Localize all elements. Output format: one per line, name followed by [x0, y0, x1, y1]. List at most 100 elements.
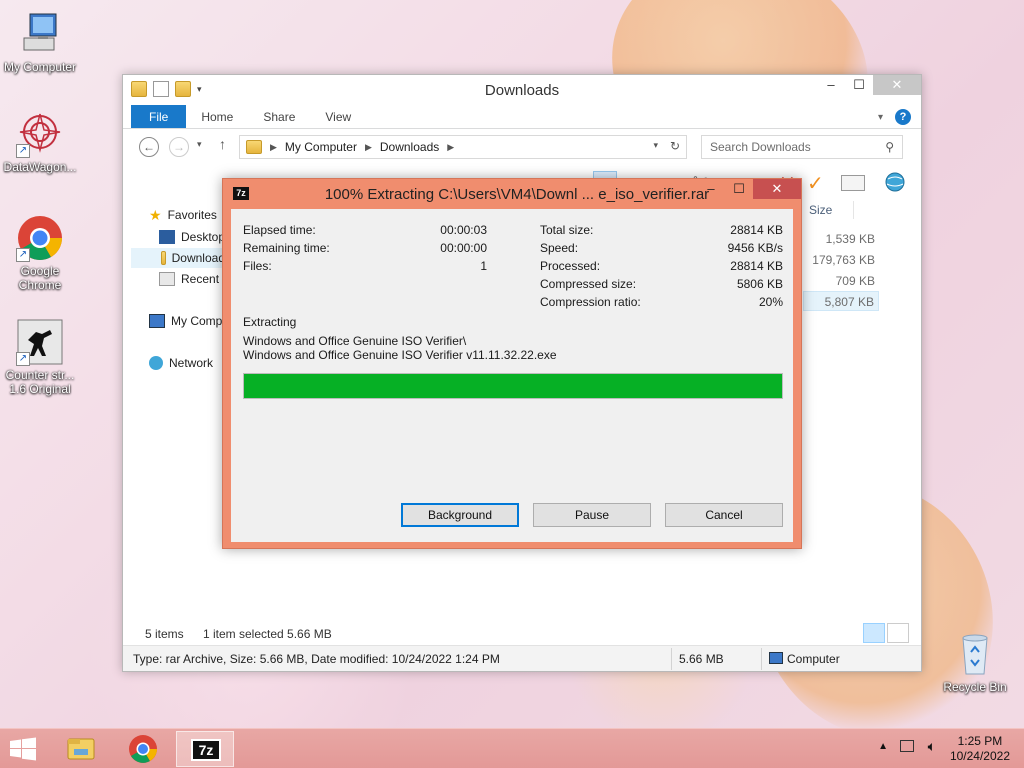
desktop-icon-label: Google Chrome [18, 264, 62, 292]
datawagon-icon: ↗ [16, 110, 64, 158]
breadcrumb-chevron-icon[interactable]: ▶ [270, 142, 277, 153]
dialog-close-button[interactable]: ✕ [753, 179, 801, 199]
recent-locations-icon[interactable]: ▾ [197, 139, 202, 150]
speed-value: 9456 KB/s [727, 241, 783, 255]
minimize-button[interactable]: – [817, 75, 845, 95]
volume-icon[interactable]: 🔈︎ [928, 738, 936, 755]
breadcrumb-chevron-icon[interactable]: ▶ [365, 142, 372, 153]
elapsed-time-value: 00:00:03 [440, 223, 487, 237]
nav-favorites[interactable]: ★ Favorites [149, 205, 217, 225]
taskbar-file-explorer[interactable] [52, 731, 110, 767]
nav-desktop[interactable]: Desktop [159, 227, 225, 247]
status-location: Computer [787, 652, 840, 666]
operation-label: Extracting [243, 315, 297, 329]
address-bar[interactable]: ▶ My Computer ▶ Downloads ▶ ▾ ↻ [239, 135, 687, 159]
current-folder-path: Windows and Office Genuine ISO Verifier\ [243, 334, 467, 348]
nav-desktop-label: Desktop [181, 230, 226, 244]
items-bar: 5 items 1 item selected 5.66 MB [123, 623, 921, 645]
nav-favorites-label: Favorites [167, 208, 217, 222]
progress-bar [243, 373, 783, 399]
total-size-label: Total size: [540, 223, 594, 237]
7zip-icon: 7z [191, 739, 221, 761]
address-dropdown-icon[interactable]: ▾ [653, 140, 658, 151]
dialog-minimize-button[interactable]: – [697, 179, 725, 199]
status-bar: Type: rar Archive, Size: 5.66 MB, Date m… [123, 645, 921, 671]
star-icon: ★ [149, 207, 162, 223]
compression-ratio-value: 20% [758, 295, 783, 309]
tab-home[interactable]: Home [186, 105, 248, 128]
large-icons-view-button[interactable] [887, 623, 909, 643]
forward-button[interactable]: → [169, 137, 189, 157]
search-placeholder: Search Downloads [710, 140, 811, 154]
tab-share[interactable]: Share [248, 105, 310, 128]
folder-icon [246, 140, 262, 154]
compressed-size-label: Compressed size: [540, 277, 637, 291]
start-button[interactable] [8, 737, 38, 761]
windows-logo-icon [10, 737, 36, 761]
desktop-icon-counter-strike[interactable]: ↗ Counter str... 1.6 Original [0, 318, 80, 396]
network-globe-icon[interactable] [883, 171, 907, 193]
clock[interactable]: 1:25 PM 10/24/2022 [950, 734, 1010, 764]
pause-button[interactable]: Pause [533, 503, 651, 527]
nav-network-label: Network [169, 356, 214, 370]
network-icon[interactable] [900, 740, 914, 752]
extract-progress-dialog[interactable]: 7z 100% Extracting C:\Users\VM4\Downl ..… [222, 178, 802, 549]
taskbar: 7z ▲ 🔈︎ 1:25 PM 10/24/2022 [0, 728, 1024, 768]
desktop-icon-google-chrome[interactable]: ↗ Google Chrome [0, 214, 80, 292]
desktop-icon-label: Recycle Bin [943, 680, 1007, 694]
expand-ribbon-icon[interactable]: ▾ [878, 112, 883, 123]
help-icon[interactable]: ? [895, 109, 911, 125]
taskbar-chrome[interactable] [114, 731, 172, 767]
back-button[interactable]: ← [139, 137, 159, 157]
dialog-body: Elapsed time: 00:00:03 Remaining time: 0… [231, 209, 793, 542]
ribbon-tabs: File Home Share View ▾ ? [123, 105, 921, 129]
checkmark-icon[interactable]: ✓ [807, 171, 831, 195]
close-button[interactable]: ✕ [873, 75, 921, 95]
show-hidden-icons-icon[interactable]: ▲ [878, 741, 888, 752]
breadcrumb-downloads[interactable]: Downloads [380, 140, 439, 154]
chrome-icon [129, 735, 157, 763]
explorer-title-bar[interactable]: ▾ Downloads – ☐ ✕ [123, 75, 921, 105]
details-view-button[interactable] [863, 623, 885, 643]
dialog-title-bar[interactable]: 7z 100% Extracting C:\Users\VM4\Downl ..… [223, 179, 801, 209]
file-size-cell: 1,539 KB [825, 232, 875, 246]
status-separator [671, 648, 672, 670]
tab-view[interactable]: View [310, 105, 366, 128]
taskbar-7zip[interactable]: 7z [176, 731, 234, 767]
file-explorer-icon [67, 738, 95, 760]
background-button[interactable]: Background [401, 503, 519, 527]
desktop-icon-label: My Computer [3, 60, 77, 74]
size-column-header[interactable]: Size [809, 203, 832, 217]
breadcrumb-chevron-icon[interactable]: ▶ [447, 142, 454, 153]
refresh-icon[interactable]: ↻ [670, 139, 680, 153]
search-input[interactable]: Search Downloads ⚲ [701, 135, 903, 159]
cancel-button[interactable]: Cancel [665, 503, 783, 527]
maximize-button[interactable]: ☐ [845, 75, 873, 95]
tab-file[interactable]: File [131, 105, 187, 128]
desktop-icon-label: DataWagon... [3, 160, 77, 174]
file-size-cell-selected[interactable]: 5,807 KB [803, 291, 879, 311]
status-separator [761, 648, 762, 670]
breadcrumb-my-computer[interactable]: My Computer [285, 140, 357, 154]
explorer-title: Downloads [484, 82, 560, 99]
desktop-icon-my-computer[interactable]: My Computer [0, 10, 80, 74]
properties-icon[interactable] [841, 175, 865, 191]
total-size-value: 28814 KB [730, 223, 783, 237]
nav-network[interactable]: Network [149, 353, 213, 373]
clock-time: 1:25 PM [957, 734, 1003, 748]
address-row: ← → ▾ ↑ ▶ My Computer ▶ Downloads ▶ ▾ ↻ … [123, 129, 921, 163]
column-divider [853, 201, 854, 219]
elapsed-time-label: Elapsed time: [243, 223, 316, 237]
up-arrow-icon[interactable]: ↑ [219, 136, 226, 152]
computer-icon [149, 314, 165, 328]
desktop-icon-recycle-bin[interactable]: Recycle Bin [935, 630, 1015, 694]
nav-downloads[interactable]: Downloads [131, 248, 231, 268]
desktop-icon-datawagon[interactable]: ↗ DataWagon... [0, 110, 80, 174]
status-size: 5.66 MB [679, 652, 724, 666]
clock-date: 10/24/2022 [949, 749, 1010, 763]
dialog-maximize-button[interactable]: ☐ [725, 179, 753, 199]
desktop-folder-icon [159, 230, 175, 244]
progress-bar-fill [244, 374, 782, 398]
downloads-folder-icon [161, 251, 166, 265]
search-icon: ⚲ [885, 140, 894, 154]
